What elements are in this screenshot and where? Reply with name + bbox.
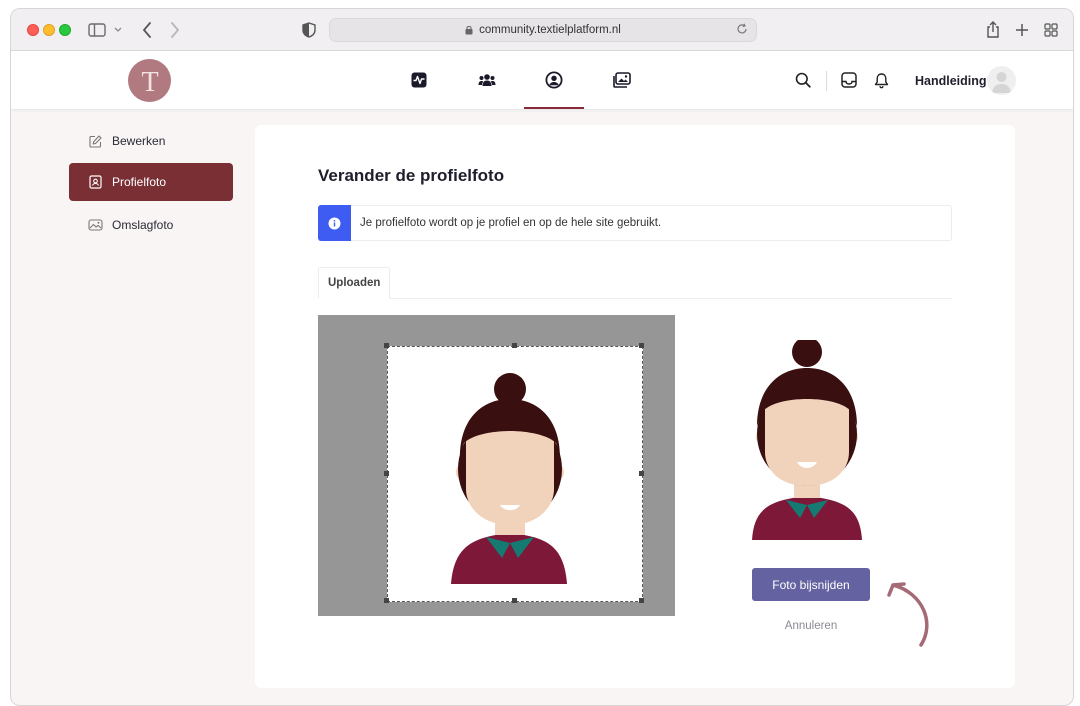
info-notice: Je profielfoto wordt op je profiel en op… [318,205,952,241]
sidebar-item-profielfoto[interactable]: Profielfoto [69,163,233,201]
tab-overview-icon[interactable] [1041,20,1061,40]
site-logo[interactable]: T [128,59,171,102]
site-header: T Handleiding [11,51,1073,110]
chevron-down-icon[interactable] [111,20,125,40]
sidebar-item-omslagfoto[interactable]: Omslagfoto [69,206,233,244]
image-cropper[interactable] [318,315,675,616]
sidebar-item-label: Profielfoto [112,175,167,189]
tab-uploaden[interactable]: Uploaden [318,267,391,299]
avatar-preview [752,337,862,540]
sidebar-item-label: Bewerken [112,134,166,148]
tab-bar: Uploaden [318,267,952,299]
crop-handle[interactable] [384,343,389,348]
user-avatar[interactable] [987,66,1016,95]
crop-handle[interactable] [639,598,644,603]
edit-icon [87,133,103,149]
zoom-window-button[interactable] [59,24,71,36]
crop-handle[interactable] [639,471,644,476]
back-icon[interactable] [137,20,157,40]
crop-preview [752,337,862,540]
crop-handle[interactable] [384,598,389,603]
contact-card-icon [87,174,103,190]
crop-handle[interactable] [512,343,517,348]
crop-photo-button[interactable]: Foto bijsnijden [752,568,870,601]
nav-activity-icon[interactable] [408,69,430,91]
avatar-illustration [451,373,567,584]
active-nav-indicator [524,107,584,109]
info-icon [318,205,351,241]
sidebar-toggle-icon[interactable] [87,20,107,40]
new-tab-icon[interactable] [1012,20,1032,40]
nav-profile-icon[interactable] [543,69,565,91]
minimize-window-button[interactable] [43,24,55,36]
user-name[interactable]: Handleiding [915,74,987,88]
browser-toolbar: community.textielplatform.nl [11,9,1073,51]
browser-window: community.textielplatform.nl T Handleidi… [10,8,1074,706]
curved-arrow-annotation [887,582,929,647]
address-bar[interactable]: community.textielplatform.nl [329,18,757,42]
search-icon[interactable] [793,70,813,90]
share-icon[interactable] [983,20,1003,40]
url-text: community.textielplatform.nl [479,24,621,36]
cancel-link[interactable]: Annuleren [752,616,870,636]
forward-icon[interactable] [165,20,185,40]
inbox-icon[interactable] [839,70,859,90]
content-card: Verander de profielfoto Je profielfoto w… [255,125,1015,688]
crop-handle[interactable] [639,343,644,348]
nav-groups-icon[interactable] [476,69,498,91]
reload-icon[interactable] [736,23,748,35]
privacy-shield-icon[interactable] [299,20,319,40]
header-divider [826,71,827,91]
nav-photos-icon[interactable] [611,69,633,91]
crop-handle[interactable] [512,598,517,603]
sidebar-item-label: Omslagfoto [112,218,174,232]
close-window-button[interactable] [27,24,39,36]
sidebar-item-bewerken[interactable]: Bewerken [69,122,233,160]
notice-text: Je profielfoto wordt op je profiel en op… [360,217,662,229]
crop-selection[interactable] [384,343,644,603]
bell-icon[interactable] [871,70,891,90]
crop-handle[interactable] [384,471,389,476]
page-title: Verander de profielfoto [318,166,505,185]
lock-icon [465,25,473,35]
logo-letter: T [141,67,158,96]
image-icon [87,217,103,233]
